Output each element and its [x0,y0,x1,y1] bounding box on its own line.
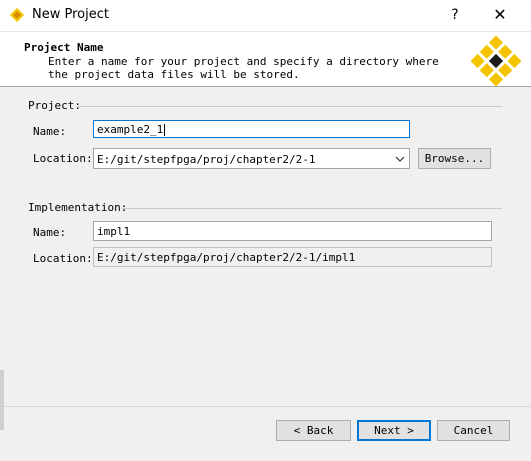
next-button[interactable]: Next > [357,420,431,441]
implementation-location-field: E:/git/stepfpga/proj/chapter2/2-1/impl1 [93,247,492,267]
implementation-name-input[interactable]: impl1 [93,221,492,241]
wizard-step-description: Enter a name for your project and specif… [48,55,439,81]
implementation-section-label: Implementation: [28,201,128,214]
footer-divider [0,406,531,407]
project-name-input[interactable]: example2_1 [93,120,410,138]
implementation-location-label: Location: [33,252,93,265]
implementation-location-value: E:/git/stepfpga/proj/chapter2/2-1/impl1 [97,251,356,264]
wizard-footer: < Back Next > Cancel [0,406,531,461]
implementation-name-value: impl1 [97,225,131,238]
window-title: New Project [32,7,109,22]
chevron-down-icon[interactable] [395,154,405,164]
window-edge-strip [0,370,4,430]
project-location-value: E:/git/stepfpga/proj/chapter2/2-1 [97,153,316,166]
implementation-section-divider [122,208,502,209]
project-name-value: example2_1 [97,123,164,136]
title-bar: New Project ? ✕ [0,0,531,31]
project-name-label: Name: [33,125,67,138]
app-icon [10,8,24,22]
browse-button[interactable]: Browse... [418,148,491,169]
project-location-label: Location: [33,152,93,165]
wizard-header: Project Name Enter a name for your proje… [0,31,531,87]
project-location-combobox[interactable]: E:/git/stepfpga/proj/chapter2/2-1 [93,148,410,169]
back-button[interactable]: < Back [276,420,351,441]
wizard-step-title: Project Name [24,41,104,54]
project-section-label: Project: [28,99,81,112]
help-button[interactable]: ? [440,3,470,27]
wizard-content: Project: Name: example2_1 Location: E:/g… [0,86,531,407]
cancel-button[interactable]: Cancel [437,420,510,441]
project-section-divider [78,106,502,107]
implementation-name-label: Name: [33,226,67,239]
close-button[interactable]: ✕ [485,3,515,27]
lattice-logo-icon [470,35,522,87]
text-caret [164,124,166,136]
